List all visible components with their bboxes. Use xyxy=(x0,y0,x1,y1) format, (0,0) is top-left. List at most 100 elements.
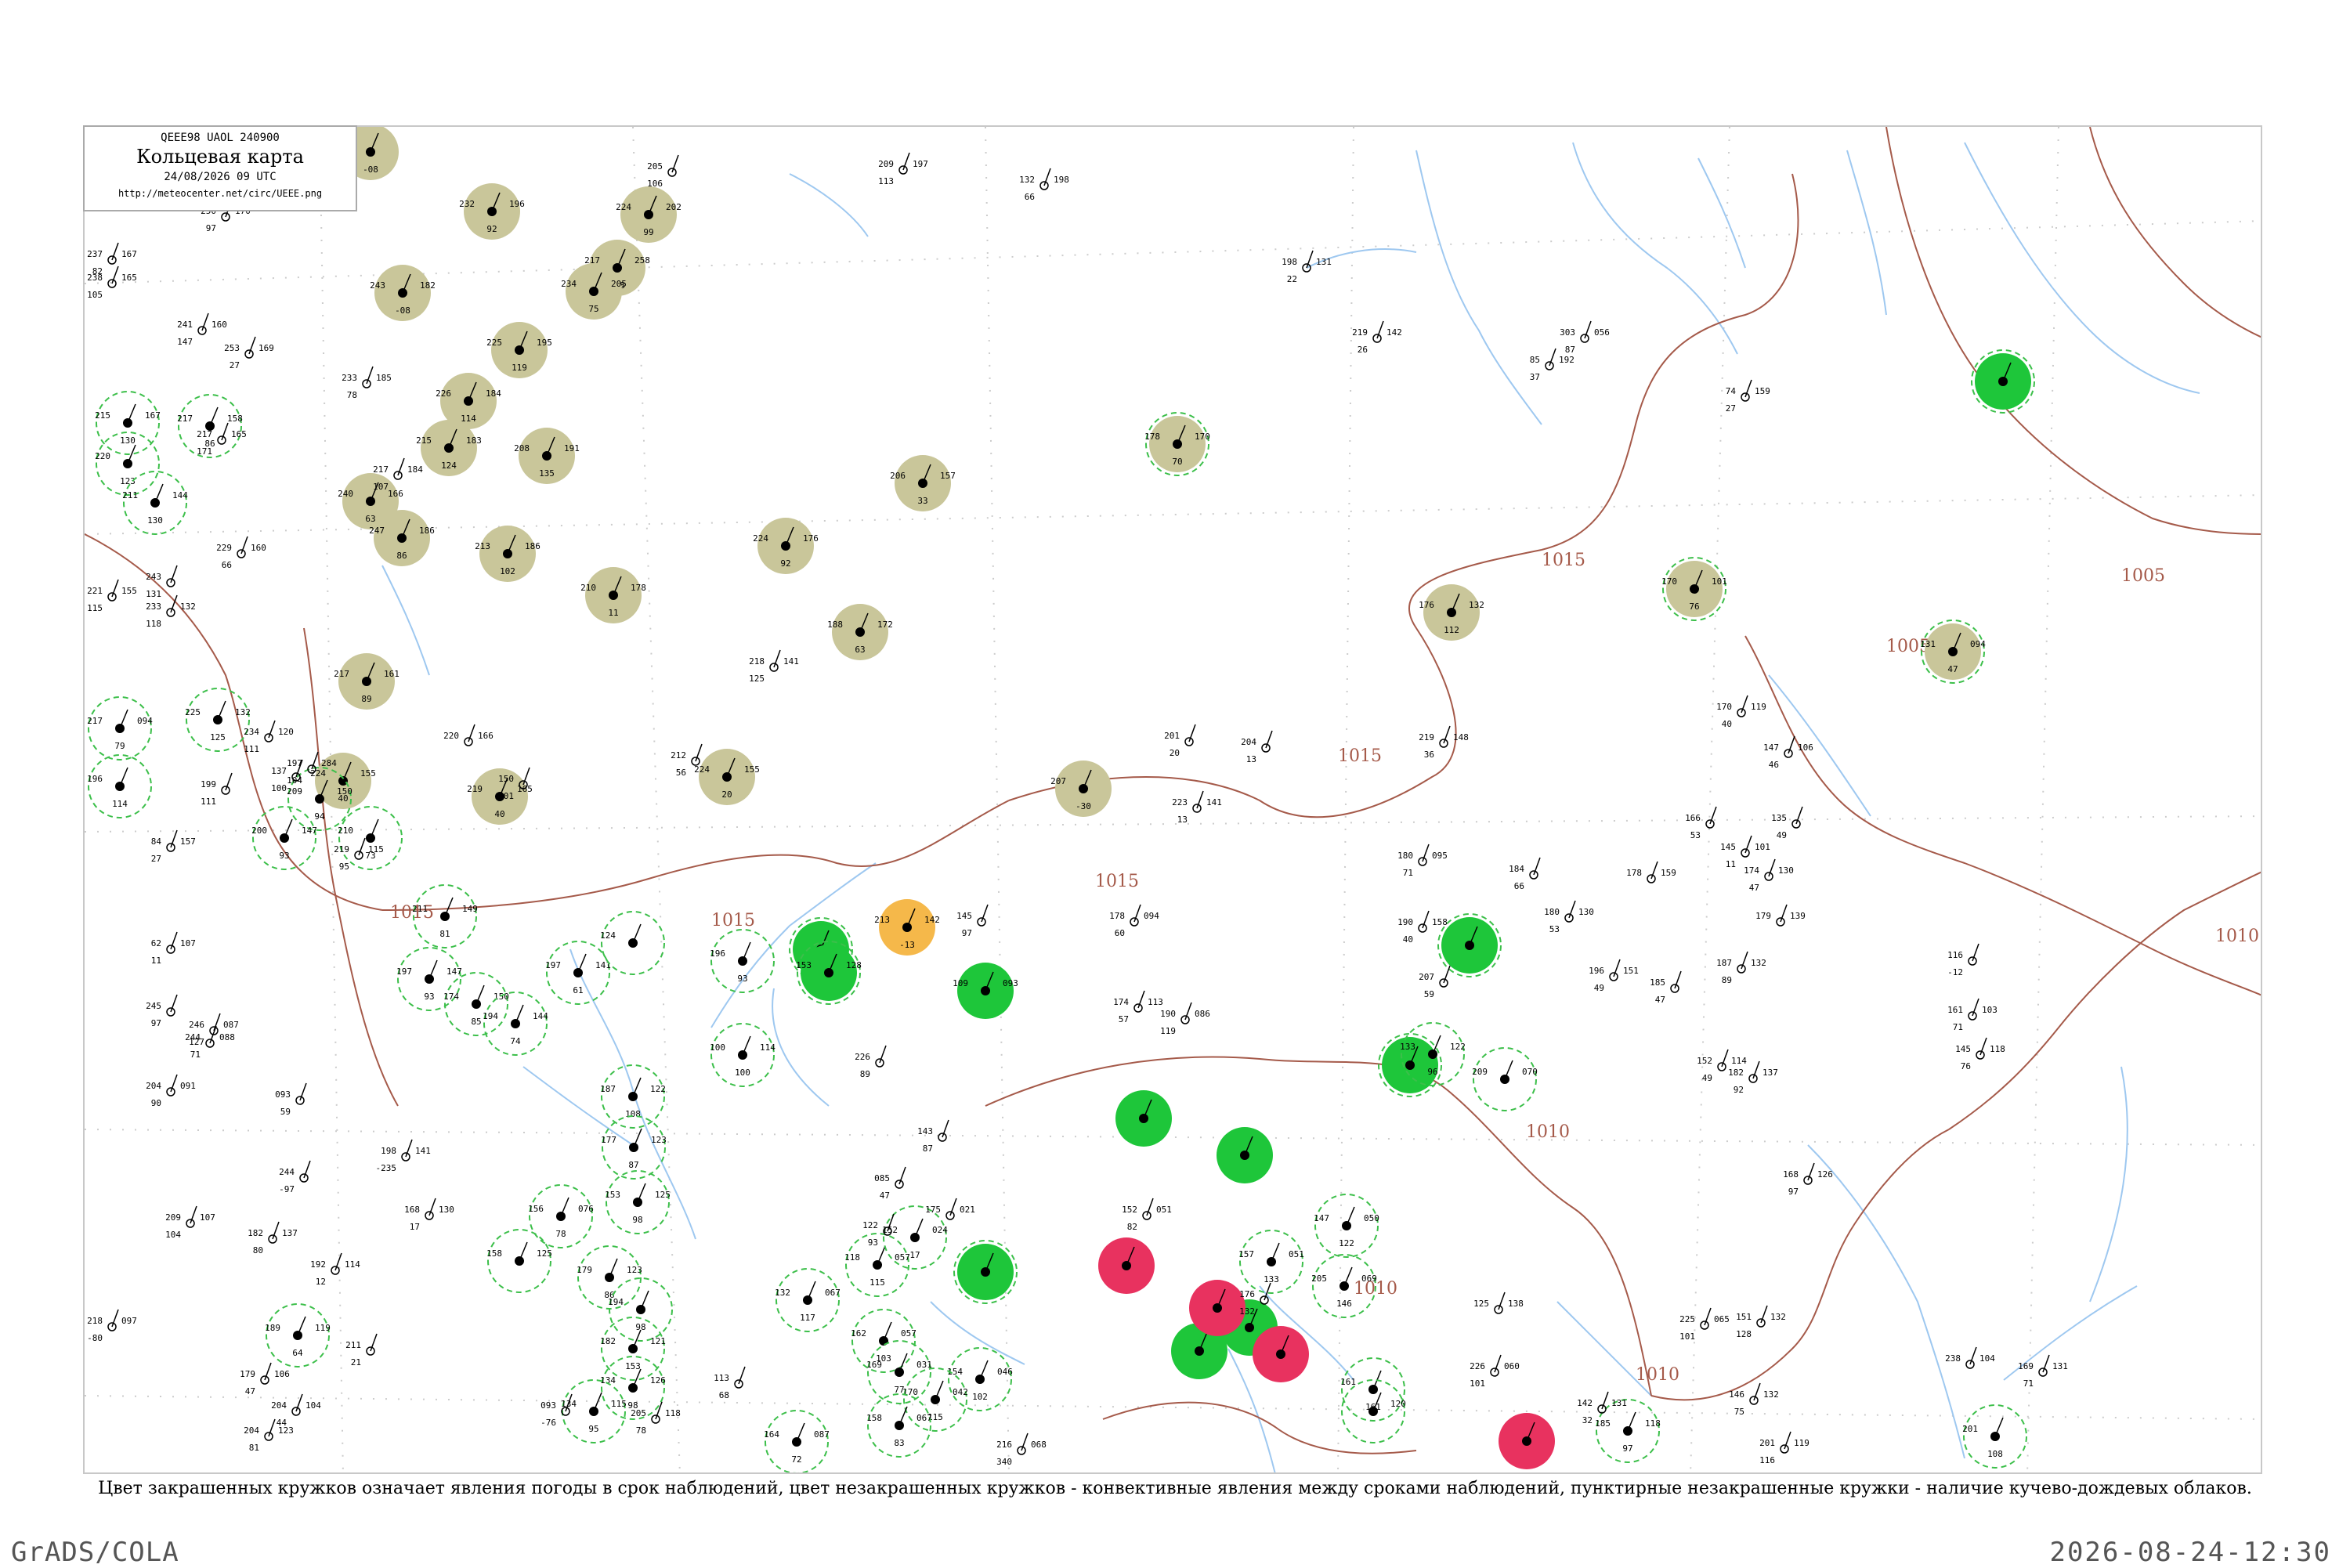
weather-station[interactable]: 201 119 116 xyxy=(1759,1431,1810,1465)
weather-station[interactable]: 174 113 57 xyxy=(1113,990,1163,1024)
weather-station[interactable]: 194 98 xyxy=(608,1277,673,1342)
weather-station[interactable]: 199 111 xyxy=(201,772,233,807)
weather-station[interactable]: 156 076 78 xyxy=(528,1184,594,1248)
weather-station[interactable]: 188 172 63 xyxy=(827,604,893,660)
weather-station[interactable]: 185 47 xyxy=(1650,970,1682,1005)
weather-station[interactable]: 132 198 66 xyxy=(1019,168,1069,202)
weather-station[interactable]: 204 10444 xyxy=(271,1393,321,1428)
weather-station[interactable]: 176 132 112 xyxy=(1419,584,1484,641)
weather-station[interactable]: 13411595 xyxy=(561,1379,627,1443)
weather-station[interactable]: 182 137 80 xyxy=(248,1221,298,1255)
weather-station[interactable]: 225 065 101 xyxy=(1679,1307,1730,1342)
weather-station[interactable]: 204 13 xyxy=(1241,730,1273,764)
weather-station[interactable]: 162 057103 xyxy=(851,1309,916,1373)
weather-station[interactable]: 151 132 128 xyxy=(1736,1305,1786,1339)
weather-station[interactable] xyxy=(1189,1280,1246,1336)
weather-station[interactable]: 245 97 xyxy=(146,994,178,1028)
weather-station[interactable]: 113 68 xyxy=(714,1366,746,1400)
weather-station[interactable]: 217 161 89 xyxy=(334,653,400,710)
weather-station[interactable]: 208 191 135 xyxy=(514,428,580,484)
map-area[interactable]: 1015 1015 1015 1015 1015 1010 1010 1010 1005 1005… xyxy=(83,125,2262,1474)
weather-station[interactable]: 196 93 xyxy=(710,929,775,993)
weather-station[interactable]: 234 120 111 xyxy=(244,720,294,754)
weather-station[interactable]: 169 03177 xyxy=(866,1340,932,1404)
weather-station[interactable]: 192 114 12 xyxy=(310,1252,360,1287)
weather-station[interactable]: 189 119 64 xyxy=(265,1303,331,1367)
weather-station[interactable]: 085 47 xyxy=(874,1166,906,1201)
weather-station[interactable]: 74 159 27 xyxy=(1726,379,1770,414)
weather-station[interactable]: 175 021 xyxy=(925,1198,975,1220)
weather-station[interactable]: 093 59 xyxy=(275,1082,307,1117)
weather-station[interactable]: 221 155 115 xyxy=(87,579,137,613)
weather-station[interactable]: 157 051 133 xyxy=(1238,1230,1304,1294)
weather-station[interactable]: 211 21 xyxy=(345,1333,378,1367)
weather-station[interactable]: 218 097 -80 xyxy=(87,1309,137,1343)
weather-station[interactable]: 187 132 89 xyxy=(1716,951,1766,985)
weather-station[interactable]: 218 141 125 xyxy=(749,649,799,684)
weather-station[interactable]: 201 20 xyxy=(1164,724,1196,758)
weather-station[interactable]: 223 141 13 xyxy=(1172,790,1222,825)
weather-station[interactable]: 209 197 113 xyxy=(878,152,928,186)
weather-station[interactable]: 158 125 xyxy=(486,1229,552,1293)
weather-station[interactable]: 179 139 xyxy=(1755,904,1806,927)
weather-station[interactable]: 184 66 xyxy=(1509,857,1541,891)
weather-station[interactable]: 243 131 xyxy=(146,565,178,599)
weather-station[interactable]: 205 106 xyxy=(647,154,679,189)
weather-station[interactable]: 169 131 71 xyxy=(2018,1354,2068,1389)
weather-station[interactable]: 205 118 78 xyxy=(631,1401,681,1436)
weather-station[interactable]: 170 119 40 xyxy=(1716,695,1766,729)
weather-station[interactable]: 179 106 47 xyxy=(240,1362,290,1396)
weather-station[interactable]: 178 170 70 xyxy=(1144,412,1210,476)
weather-station[interactable]: 209 070 xyxy=(1472,1047,1538,1111)
weather-station[interactable]: 153 125 98 xyxy=(605,1170,671,1234)
weather-station[interactable]: 206 157 33 xyxy=(890,455,956,511)
weather-station[interactable]: 210 178 11 xyxy=(580,567,646,623)
weather-station[interactable]: 168 126 97 xyxy=(1783,1162,1833,1197)
weather-station[interactable]: 168 130 17 xyxy=(404,1198,454,1232)
weather-station[interactable]: 185 118 97 xyxy=(1595,1399,1661,1463)
weather-station[interactable]: 200 147 93 xyxy=(251,806,317,870)
weather-station[interactable] xyxy=(1499,1413,1555,1469)
weather-station[interactable] xyxy=(1115,1090,1172,1147)
weather-station[interactable]: 135 49 xyxy=(1771,806,1803,840)
weather-station[interactable]: 253 169 27 xyxy=(224,336,274,370)
weather-station[interactable]: 190 158 40 xyxy=(1397,910,1448,945)
weather-station[interactable]: 215 167 130 xyxy=(95,391,161,455)
weather-station[interactable]: 174 130 47 xyxy=(1744,858,1794,893)
weather-station[interactable]: 207 -30 xyxy=(1050,761,1112,817)
weather-station[interactable]: 198 131 22 xyxy=(1282,250,1332,284)
weather-station[interactable]: 303 056 87 xyxy=(1560,320,1610,355)
weather-station[interactable] xyxy=(1098,1237,1155,1294)
weather-station[interactable]: 182 137 92 xyxy=(1728,1060,1778,1095)
weather-station[interactable]: 224 202 99 xyxy=(616,186,682,243)
weather-station[interactable]: 21073 xyxy=(338,806,403,870)
weather-station[interactable]: 233 132 118 xyxy=(146,594,196,629)
weather-station[interactable]: 116 -12 xyxy=(1947,943,1979,977)
weather-station[interactable]: 237 16782 xyxy=(87,242,137,276)
weather-station[interactable]: 209 107 104 xyxy=(165,1205,215,1240)
weather-station[interactable]: 131 094 47 xyxy=(1920,620,1986,684)
weather-station[interactable]: 62 107 11 xyxy=(151,931,196,966)
weather-station[interactable]: 132 067 117 xyxy=(775,1268,841,1332)
weather-station[interactable]: 125 138 xyxy=(1473,1292,1524,1314)
weather-station[interactable]: 196 151 49 xyxy=(1589,959,1639,993)
weather-station[interactable]: 243 182 -08 xyxy=(370,265,436,321)
weather-station[interactable] xyxy=(953,1240,1018,1304)
weather-station[interactable]: 190 086 119 xyxy=(1160,1002,1210,1036)
weather-station[interactable]: 238 104 xyxy=(1945,1346,1995,1369)
weather-station[interactable]: 147 050 122 xyxy=(1314,1194,1379,1258)
weather-station[interactable]: 201 108 xyxy=(1962,1404,2027,1469)
weather-station[interactable]: 194 144 74 xyxy=(483,992,548,1056)
weather-station[interactable]: 143 87 xyxy=(917,1119,949,1154)
weather-station[interactable]: 174 15085 xyxy=(443,972,509,1036)
weather-station[interactable]: 154 046102 xyxy=(947,1347,1013,1411)
weather-station[interactable]: 217 094 79 xyxy=(87,696,153,761)
weather-station[interactable]: 198 141 -235 xyxy=(376,1139,431,1173)
weather-station[interactable]: 196 114 xyxy=(87,754,152,818)
weather-station[interactable]: 226 060 101 xyxy=(1470,1354,1520,1389)
weather-station[interactable]: 213 186 102 xyxy=(475,526,540,582)
weather-station[interactable]: 229 160 66 xyxy=(216,536,266,570)
weather-station[interactable] xyxy=(1253,1326,1309,1382)
weather-station[interactable]: 220 166 xyxy=(443,724,494,746)
weather-station[interactable]: 178 094 60 xyxy=(1109,904,1159,938)
